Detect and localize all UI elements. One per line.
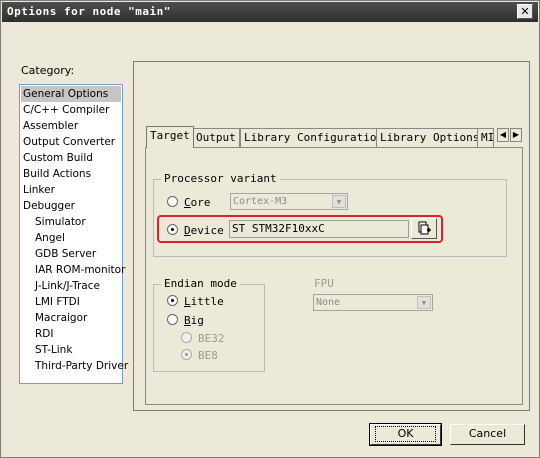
little-label-accel: L: [184, 295, 191, 308]
be8-radio[interactable]: BE8: [181, 349, 218, 362]
options-dialog: Options for node "main" ✕ Category: Gene…: [0, 0, 540, 458]
tab-label: Library Options: [380, 131, 480, 144]
device-highlight-box: [157, 215, 443, 243]
category-item[interactable]: GDB Server: [21, 246, 121, 262]
little-radio[interactable]: Little: [167, 295, 224, 308]
category-item[interactable]: IAR ROM-monitor: [21, 262, 125, 278]
close-button[interactable]: ✕: [517, 4, 533, 19]
chevron-down-icon: ▼: [417, 296, 431, 309]
category-item[interactable]: ST-Link: [21, 342, 121, 358]
core-radio-button[interactable]: [167, 196, 178, 207]
be32-radio-button[interactable]: [181, 332, 192, 343]
category-item[interactable]: Third-Party Driver: [21, 358, 128, 374]
category-label: Category:: [21, 64, 75, 77]
endian-mode-title: Endian mode: [161, 277, 240, 290]
tab-label: MI: [481, 131, 494, 144]
little-label: ittle: [190, 295, 224, 308]
close-icon: ✕: [520, 5, 530, 18]
cancel-button[interactable]: Cancel: [450, 424, 525, 445]
tab-library-configuration[interactable]: Library Configuration: [240, 128, 388, 147]
be8-label: BE8: [198, 349, 218, 362]
tab-scroll-right-button[interactable]: ▶: [510, 128, 522, 142]
core-label: ore: [190, 196, 211, 209]
fpu-select[interactable]: None ▼: [313, 294, 433, 311]
core-select-value: Cortex-M3: [233, 196, 288, 207]
category-item[interactable]: C/C++ Compiler: [21, 102, 121, 118]
window-title: Options for node "main": [7, 5, 171, 18]
category-item[interactable]: Macraigor: [21, 310, 121, 326]
category-item[interactable]: Linker: [21, 182, 121, 198]
core-radio[interactable]: Core: [167, 196, 211, 209]
big-radio[interactable]: Big: [167, 314, 204, 327]
category-item[interactable]: Debugger: [21, 198, 121, 214]
processor-variant-title: Processor variant: [161, 172, 280, 185]
big-radio-button[interactable]: [167, 314, 178, 325]
category-item[interactable]: General Options: [21, 86, 121, 102]
category-item[interactable]: J-Link/J-Trace: [21, 278, 121, 294]
fpu-label: FPU: [314, 277, 334, 290]
chevron-left-icon: ◀: [499, 130, 507, 139]
category-item[interactable]: Output Converter: [21, 134, 121, 150]
tab-label: Library Configuration: [244, 131, 384, 144]
be32-label: BE32: [198, 332, 225, 345]
little-radio-button[interactable]: [167, 295, 178, 306]
tab-target[interactable]: Target: [146, 126, 194, 148]
tab-library-options[interactable]: Library Options: [376, 128, 484, 147]
chevron-right-icon: ▶: [512, 130, 520, 139]
fpu-select-value: None: [316, 297, 341, 308]
big-label-accel: B: [184, 314, 191, 327]
core-label-accel: C: [184, 196, 191, 209]
big-label: ig: [190, 314, 204, 327]
title-bar[interactable]: Options for node "main" ✕: [2, 2, 538, 22]
tab-label: Output: [196, 131, 236, 144]
category-item[interactable]: Custom Build: [21, 150, 121, 166]
category-item[interactable]: Angel: [21, 230, 121, 246]
be32-radio[interactable]: BE32: [181, 332, 225, 345]
category-item[interactable]: Assembler: [21, 118, 121, 134]
category-item[interactable]: RDI: [21, 326, 121, 342]
chevron-down-icon: ▼: [332, 195, 346, 208]
category-list[interactable]: General Options C/C++ Compiler Assembler Ou…: [19, 84, 128, 384]
ok-label: OK: [374, 426, 437, 442]
category-item[interactable]: Build Actions: [21, 166, 121, 182]
category-item[interactable]: LMI FTDI: [21, 294, 121, 310]
core-select[interactable]: Cortex-M3 ▼: [230, 193, 348, 210]
ok-button[interactable]: OK: [369, 423, 442, 446]
category-item[interactable]: Simulator: [21, 214, 121, 230]
tab-scroll-left-button[interactable]: ◀: [497, 128, 509, 142]
tab-output[interactable]: Output: [192, 128, 240, 147]
tab-label: Target: [150, 129, 190, 142]
be8-radio-button[interactable]: [181, 349, 192, 360]
tab-mi[interactable]: MI: [477, 128, 494, 147]
